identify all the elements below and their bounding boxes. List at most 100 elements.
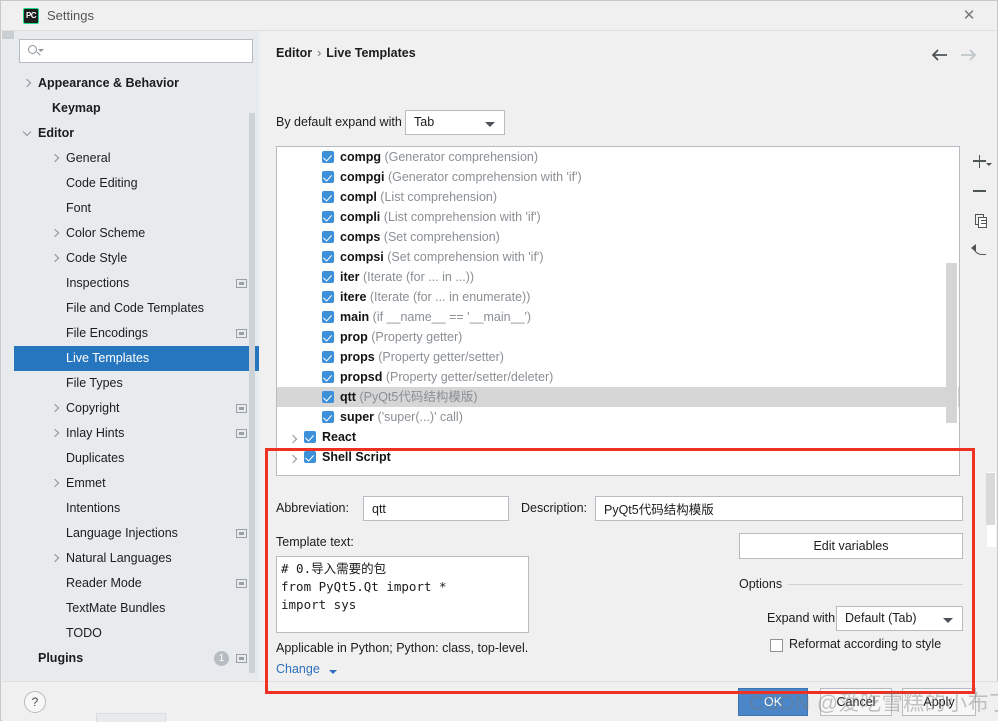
abbr-text: qtt: [340, 390, 356, 404]
reformat-checkbox[interactable]: [770, 639, 783, 652]
abbreviation-input[interactable]: [370, 497, 506, 520]
template-row[interactable]: itere (Iterate (for ... in enumerate)): [277, 287, 959, 307]
sidebar-item-copyright[interactable]: Copyright: [14, 396, 259, 421]
live-templates-list[interactable]: compg (Generator comprehension) compgi (G…: [276, 146, 960, 476]
search-input[interactable]: [46, 42, 246, 60]
chevron-right-icon[interactable]: [50, 153, 60, 163]
template-row[interactable]: compsi (Set comprehension with 'if'): [277, 247, 959, 267]
default-expand-dropdown[interactable]: Tab: [405, 110, 505, 135]
sidebar-item-font[interactable]: Font: [14, 196, 259, 221]
sidebar-item-file-and-code-templates[interactable]: File and Code Templates: [14, 296, 259, 321]
template-row[interactable]: prop (Property getter): [277, 327, 959, 347]
help-button[interactable]: ?: [24, 691, 46, 713]
expand-with-dropdown[interactable]: Default (Tab): [836, 606, 963, 631]
duplicate-icon[interactable]: [967, 208, 993, 234]
template-row[interactable]: compg (Generator comprehension): [277, 147, 959, 167]
template-row[interactable]: comps (Set comprehension): [277, 227, 959, 247]
template-checkbox[interactable]: [322, 291, 334, 303]
close-icon[interactable]: ✕: [957, 6, 981, 26]
template-text-editor[interactable]: # 0.导入需要的包 from PyQt5.Qt import * import…: [276, 556, 529, 633]
template-checkbox[interactable]: [304, 431, 316, 443]
add-icon[interactable]: [967, 148, 993, 174]
sidebar-item-appearance-behavior[interactable]: Appearance & Behavior: [14, 71, 259, 96]
sidebar-item-natural-languages[interactable]: Natural Languages: [14, 546, 259, 571]
sidebar-item-plugins[interactable]: Plugins 1: [14, 646, 259, 671]
chevron-down-icon[interactable]: [22, 127, 32, 138]
template-checkbox[interactable]: [322, 211, 334, 223]
template-row[interactable]: main (if __name__ == '__main__'): [277, 307, 959, 327]
chevron-right-icon[interactable]: [288, 454, 298, 464]
template-checkbox[interactable]: [322, 271, 334, 283]
template-row[interactable]: compgi (Generator comprehension with 'if…: [277, 167, 959, 187]
sidebar-item-inspections[interactable]: Inspections: [14, 271, 259, 296]
template-description: (List comprehension with 'if'): [383, 210, 541, 224]
template-checkbox[interactable]: [322, 351, 334, 363]
description-field[interactable]: [595, 496, 963, 521]
expand-with-label: Expand with: [767, 611, 836, 625]
sidebar-item-editor[interactable]: Editor: [14, 121, 259, 146]
default-expand-value: Tab: [414, 115, 435, 129]
chevron-right-icon[interactable]: [22, 78, 32, 88]
sidebar-scrollbar-thumb[interactable]: [249, 113, 255, 673]
template-row[interactable]: props (Property getter/setter): [277, 347, 959, 367]
sidebar-item-code-editing[interactable]: Code Editing: [14, 171, 259, 196]
sidebar-item-file-types[interactable]: File Types: [14, 371, 259, 396]
list-scrollbar-track[interactable]: [946, 148, 958, 474]
sidebar-item-live-templates[interactable]: Live Templates: [14, 346, 259, 371]
search-field[interactable]: [19, 39, 253, 63]
breadcrumb-root[interactable]: Editor: [276, 46, 312, 60]
edit-variables-button[interactable]: Edit variables: [739, 533, 963, 559]
template-checkbox[interactable]: [322, 171, 334, 183]
template-row[interactable]: iter (Iterate (for ... in ...)): [277, 267, 959, 287]
template-row[interactable]: propsd (Property getter/setter/deleter): [277, 367, 959, 387]
chevron-right-icon[interactable]: [50, 403, 60, 413]
sidebar-item-code-style[interactable]: Code Style: [14, 246, 259, 271]
chevron-right-icon[interactable]: [50, 228, 60, 238]
template-text-scrollbar-track[interactable]: [986, 472, 996, 547]
sidebar-item-todo[interactable]: TODO: [14, 621, 259, 646]
sidebar-item-inlay-hints[interactable]: Inlay Hints: [14, 421, 259, 446]
template-row[interactable]: qtt (PyQt5代码结构模版): [277, 387, 959, 407]
template-checkbox[interactable]: [322, 191, 334, 203]
template-text-scrollbar-thumb[interactable]: [986, 473, 995, 525]
sidebar-item-keymap[interactable]: Keymap: [14, 96, 259, 121]
sidebar-item-language-injections[interactable]: Language Injections: [14, 521, 259, 546]
chevron-right-icon[interactable]: [50, 553, 60, 563]
template-row[interactable]: super ('super(...)' call): [277, 407, 959, 427]
template-checkbox[interactable]: [304, 451, 316, 463]
sidebar-item-textmate-bundles[interactable]: TextMate Bundles: [14, 596, 259, 621]
template-group-row[interactable]: Shell Script: [277, 447, 959, 467]
template-description: (Set comprehension): [383, 230, 500, 244]
sidebar-item-file-encodings[interactable]: File Encodings: [14, 321, 259, 346]
template-checkbox[interactable]: [322, 391, 334, 403]
content-pane: Editor › Live Templates By default expand …: [259, 31, 997, 681]
sidebar-item-emmet[interactable]: Emmet: [14, 471, 259, 496]
template-checkbox[interactable]: [322, 371, 334, 383]
sidebar-item-reader-mode[interactable]: Reader Mode: [14, 571, 259, 596]
chevron-right-icon[interactable]: [288, 434, 298, 444]
revert-icon[interactable]: [967, 238, 993, 264]
sidebar-item-color-scheme[interactable]: Color Scheme: [14, 221, 259, 246]
abbreviation-field[interactable]: [363, 496, 509, 521]
template-row[interactable]: compli (List comprehension with 'if'): [277, 207, 959, 227]
chevron-right-icon[interactable]: [50, 253, 60, 263]
template-checkbox[interactable]: [322, 231, 334, 243]
template-group-row[interactable]: React: [277, 427, 959, 447]
change-context-link[interactable]: Change: [276, 662, 320, 676]
chevron-right-icon[interactable]: [50, 478, 60, 488]
template-checkbox[interactable]: [322, 331, 334, 343]
description-input[interactable]: [602, 497, 960, 520]
template-checkbox[interactable]: [322, 311, 334, 323]
template-checkbox[interactable]: [322, 411, 334, 423]
template-checkbox[interactable]: [322, 151, 334, 163]
template-checkbox[interactable]: [322, 251, 334, 263]
sidebar-item-duplicates[interactable]: Duplicates: [14, 446, 259, 471]
sidebar-item-intentions[interactable]: Intentions: [14, 496, 259, 521]
list-scrollbar-thumb[interactable]: [946, 263, 957, 423]
remove-icon[interactable]: [967, 178, 993, 204]
template-row[interactable]: compl (List comprehension): [277, 187, 959, 207]
sidebar-scrollbar-track[interactable]: [249, 71, 257, 679]
chevron-right-icon[interactable]: [50, 428, 60, 438]
back-arrow-icon[interactable]: [929, 45, 951, 65]
sidebar-item-general[interactable]: General: [14, 146, 259, 171]
